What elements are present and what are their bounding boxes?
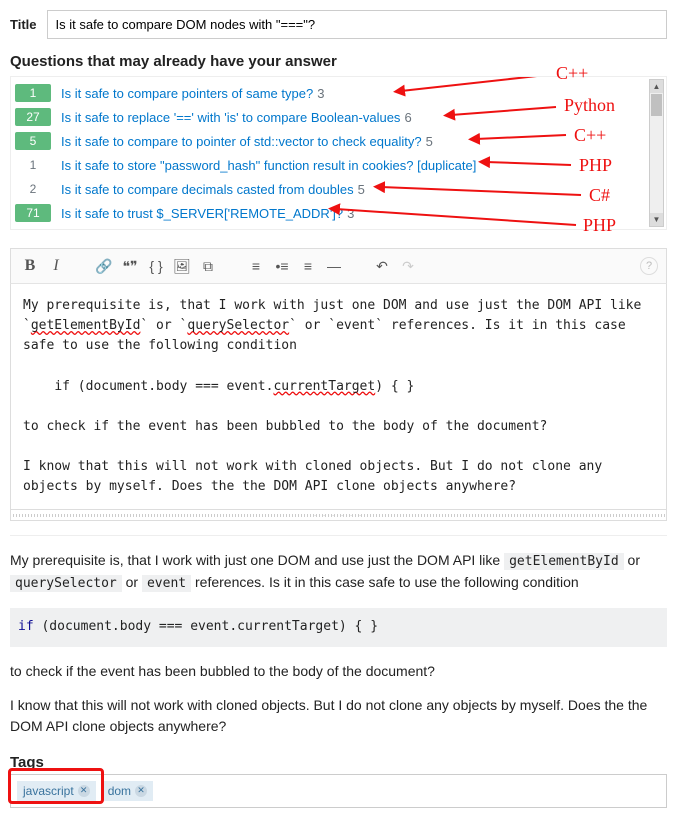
title-label: Title <box>10 17 37 32</box>
suggestion-row[interactable]: 5 Is it safe to compare to pointer of st… <box>15 129 648 153</box>
snippet-button[interactable]: ⧉ <box>197 255 219 277</box>
tag-dom[interactable]: dom✕ <box>102 781 153 801</box>
quote-button[interactable]: ❝❞ <box>119 255 141 277</box>
italic-button[interactable]: I <box>45 255 67 277</box>
annotation-label: C# <box>589 185 610 206</box>
undo-button[interactable]: ↶ <box>371 255 393 277</box>
annotation-label: PHP <box>579 155 612 176</box>
link-button[interactable]: 🔗 <box>93 255 115 277</box>
code-inline: event <box>142 575 191 592</box>
code-button[interactable]: { } <box>145 255 167 277</box>
redo-button[interactable]: ↷ <box>397 255 419 277</box>
suggestions-panel: ▲ ▼ 1 Is it safe to compare pointers of … <box>10 76 667 230</box>
bold-button[interactable]: B <box>19 255 41 277</box>
annotation-highlight-box <box>8 768 104 804</box>
answer-count: 3 <box>317 86 324 101</box>
suggestion-row[interactable]: 1 Is it safe to compare pointers of same… <box>15 81 648 105</box>
annotation-label: PHP <box>583 215 616 236</box>
vote-badge: 5 <box>15 132 51 150</box>
scroll-thumb[interactable] <box>651 94 662 116</box>
editor-toolbar: B I 🔗 ❝❞ { } 🖼 ⧉ ≡ •≡ ≡ — ↶ ↷ ? <box>10 248 667 284</box>
preview-pane: My prerequisite is, that I work with jus… <box>10 550 667 735</box>
title-input[interactable] <box>47 10 668 39</box>
editor-textarea[interactable]: My prerequisite is, that I work with jus… <box>10 284 667 510</box>
code-block: if (document.body === event.currentTarge… <box>10 608 667 647</box>
code-inline: querySelector <box>10 575 122 592</box>
hr-button[interactable]: — <box>323 255 345 277</box>
scroll-up-icon[interactable]: ▲ <box>650 80 663 93</box>
tags-label: Tags <box>10 754 667 771</box>
scrollbar[interactable]: ▲ ▼ <box>649 79 664 227</box>
image-button[interactable]: 🖼 <box>171 255 193 277</box>
heading-button[interactable]: ≡ <box>297 255 319 277</box>
answer-count: 5 <box>358 182 365 197</box>
annotation-label: Python <box>564 95 615 116</box>
vote-plain: 1 <box>15 156 51 174</box>
suggestion-link[interactable]: Is it safe to compare to pointer of std:… <box>61 134 422 149</box>
suggestion-link[interactable]: Is it safe to trust $_SERVER['REMOTE_ADD… <box>61 206 343 221</box>
tag-remove-icon[interactable]: ✕ <box>135 785 147 797</box>
vote-badge: 27 <box>15 108 51 126</box>
tags-input[interactable]: javascript✕ dom✕ <box>10 774 667 808</box>
vote-badge: 1 <box>15 84 51 102</box>
suggestion-link[interactable]: Is it safe to compare pointers of same t… <box>61 86 313 101</box>
divider <box>10 535 667 536</box>
olist-button[interactable]: ≡ <box>245 255 267 277</box>
suggestion-row[interactable]: 2 Is it safe to compare decimals casted … <box>15 177 648 201</box>
ulist-button[interactable]: •≡ <box>271 255 293 277</box>
suggestion-row[interactable]: 1 Is it safe to store "password_hash" fu… <box>15 153 648 177</box>
vote-badge: 71 <box>15 204 51 222</box>
answer-count: 3 <box>347 206 354 221</box>
suggestion-row[interactable]: 71 Is it safe to trust $_SERVER['REMOTE_… <box>15 201 648 225</box>
suggestion-link[interactable]: Is it safe to store "password_hash" func… <box>61 158 476 173</box>
resize-grip[interactable]: ∙∙∙∙∙∙∙∙∙∙∙ <box>10 510 667 521</box>
answer-count: 6 <box>404 110 411 125</box>
scroll-down-icon[interactable]: ▼ <box>650 213 663 226</box>
code-inline: getElementById <box>504 553 624 570</box>
suggestion-link[interactable]: Is it safe to compare decimals casted fr… <box>61 182 354 197</box>
suggestion-link[interactable]: Is it safe to replace '==' with 'is' to … <box>61 110 400 125</box>
annotation-label: C++ <box>574 125 606 146</box>
vote-plain: 2 <box>15 180 51 198</box>
annotation-label: C++ <box>556 63 588 84</box>
answer-count: 5 <box>426 134 433 149</box>
help-button[interactable]: ? <box>640 257 658 275</box>
suggestion-row[interactable]: 27 Is it safe to replace '==' with 'is' … <box>15 105 648 129</box>
